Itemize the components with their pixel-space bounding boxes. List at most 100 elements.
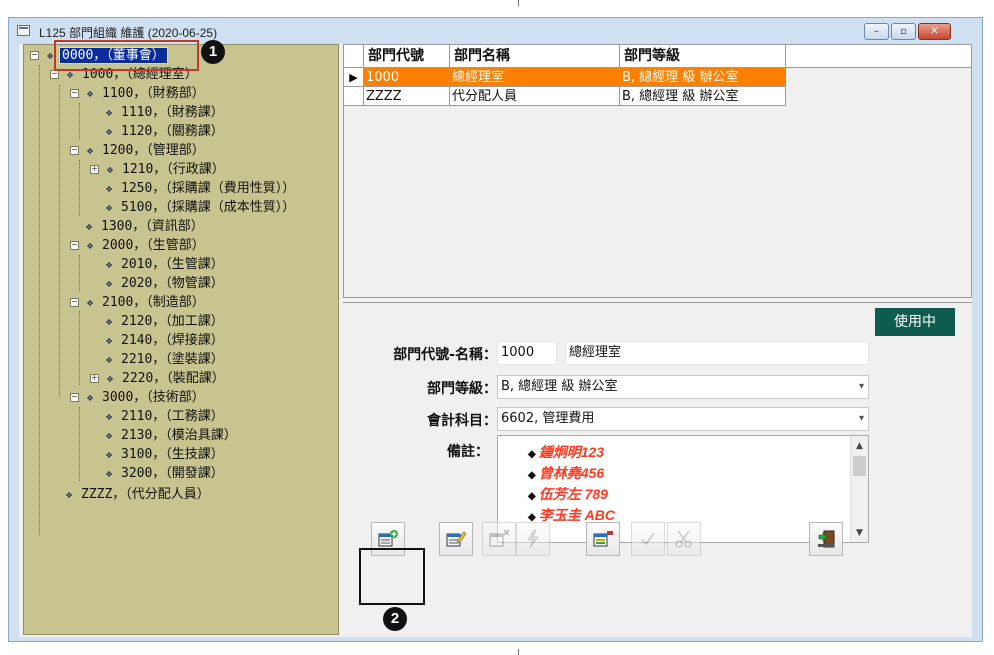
table-row[interactable]: ZZZZ 代分配人員 B, 總經理 級 辦公室 (344, 87, 786, 106)
confirm-button[interactable] (631, 522, 665, 556)
minimize-button[interactable]: – (864, 23, 889, 40)
tree-node-2220[interactable]: + ❖ 2220，（裝配課） (90, 370, 227, 388)
scroll-down-icon[interactable]: ▼ (851, 526, 868, 540)
collapse-icon[interactable]: − (70, 89, 79, 98)
scroll-up-icon[interactable]: ▲ (851, 439, 868, 453)
bottom-tick-mark (518, 649, 519, 655)
level-select[interactable]: B, 總經理 級 辦公室 ▾ (497, 375, 869, 399)
tree-node-label: 2020，（物管課） (121, 276, 224, 291)
column-header-name[interactable]: 部門名稱 (450, 45, 620, 67)
collapse-icon[interactable]: − (70, 298, 79, 307)
expand-icon[interactable]: + (90, 165, 99, 174)
department-icon: ❖ (106, 163, 114, 176)
tree-node-1100[interactable]: − ❖ 1100，（財務部） (70, 85, 207, 103)
exit-door-icon (818, 530, 835, 548)
tree-line (39, 65, 40, 535)
notes-scrollbar[interactable]: ▲ ▼ (850, 436, 868, 542)
collapse-icon[interactable]: − (70, 146, 79, 155)
tree-node-2020[interactable]: ❖ 2020，（物管課） (102, 275, 226, 293)
name-field[interactable]: 總經理室 (565, 341, 869, 365)
grid-header: 部門代號 部門名稱 部門等級 (344, 45, 971, 68)
tree-node-1120[interactable]: ❖ 1120，（關務課） (102, 123, 226, 141)
tree-node-3000[interactable]: − ❖ 3000，（技術部） (70, 389, 207, 407)
column-header-level[interactable]: 部門等級 (620, 45, 786, 67)
level-select-value: B, 總經理 級 辦公室 (501, 379, 618, 394)
code-field[interactable]: 1000 (497, 341, 557, 365)
department-icon: ❖ (105, 315, 113, 328)
tree-node-label: 1300，（資訊部） (101, 219, 204, 234)
cell-name[interactable]: 代分配人員 (450, 87, 620, 106)
tree-node-1200[interactable]: − ❖ 1200，（管理部） (70, 142, 207, 160)
collapse-icon[interactable]: − (30, 51, 39, 60)
department-icon: ❖ (86, 144, 94, 157)
delete-record-icon (489, 529, 510, 547)
department-icon: ❖ (105, 201, 113, 214)
tree-node-2120[interactable]: ❖ 2120，（加工課） (102, 313, 226, 331)
tree-node-3200[interactable]: ❖ 3200，（開發課） (102, 465, 226, 483)
grid-corner (344, 45, 364, 67)
cell-code[interactable]: 1000 (364, 68, 450, 87)
cancel-button[interactable] (667, 522, 701, 556)
lightning-button[interactable] (516, 522, 550, 556)
app-icon (17, 25, 30, 36)
department-icon: ❖ (105, 182, 113, 195)
delete-button[interactable] (482, 522, 516, 556)
department-tree[interactable]: − ❖ 0000，（董事會） − ❖ 1000，（總經理室） − ❖ 1100，（財務部） … (23, 44, 339, 635)
tree-node-1250[interactable]: ❖ 1250，（採購課（費用性質）） (102, 180, 297, 198)
tree-line (79, 311, 80, 385)
chevron-down-icon[interactable]: ▾ (859, 376, 864, 398)
exit-button[interactable] (809, 522, 843, 556)
tree-node-zzzz[interactable]: ❖ ZZZZ，（代分配人員） (62, 486, 212, 504)
department-icon: ❖ (86, 87, 94, 100)
cell-name[interactable]: 總經理室 (450, 68, 620, 87)
edit-record-icon (446, 531, 467, 547)
note-text: 伍芳左 789 (538, 486, 608, 502)
account-select[interactable]: 6602, 管理費用 ▾ (497, 407, 869, 431)
collapse-icon[interactable]: − (50, 70, 59, 79)
department-grid[interactable]: 部門代號 部門名稱 部門等級 ▶ 1000 總經理室 B, 總經理 級 辦公室 … (343, 44, 972, 298)
tree-node-label: 2140，（焊接課） (121, 333, 224, 348)
tree-node-label: 1210，（行政課） (122, 162, 225, 177)
collapse-icon[interactable]: − (70, 393, 79, 402)
edit-button[interactable] (439, 522, 473, 556)
chevron-down-icon[interactable]: ▾ (859, 408, 864, 430)
detail-panel: 使用中 部門代號-名稱： 1000 總經理室 部門等級： B, 總經理 級 辦公… (343, 302, 972, 636)
column-header-code[interactable]: 部門代號 (364, 45, 450, 67)
department-icon: ❖ (105, 353, 113, 366)
scroll-thumb[interactable] (853, 456, 866, 476)
collapse-icon[interactable]: − (70, 241, 79, 250)
tree-node-1210[interactable]: + ❖ 1210，（行政課） (90, 161, 227, 179)
tree-node-2000[interactable]: − ❖ 2000，（生管部） (70, 237, 207, 255)
status-badge: 使用中 (875, 308, 955, 336)
query-button[interactable] (586, 522, 620, 556)
tree-node-2140[interactable]: ❖ 2140，（焊接課） (102, 332, 226, 350)
tree-line (79, 103, 80, 139)
cell-level[interactable]: B, 總經理 級 辦公室 (620, 87, 786, 106)
tree-line (79, 160, 80, 216)
tree-line (79, 407, 80, 481)
maximize-button[interactable]: ▫ (891, 23, 916, 40)
tree-node-3100[interactable]: ❖ 3100，（生技課） (102, 446, 226, 464)
tree-node-1110[interactable]: ❖ 1110，（財務課） (102, 104, 226, 122)
note-text: 李玉圭 ABC (538, 507, 615, 523)
tree-node-2110[interactable]: ❖ 2110，（工務課） (102, 408, 226, 426)
table-row[interactable]: ▶ 1000 總經理室 B, 總經理 級 辦公室 (344, 68, 786, 87)
tree-node-2210[interactable]: ❖ 2210，（塗裝課） (102, 351, 226, 369)
note-line: ◆ 鍾炯明123 (528, 442, 604, 462)
tree-node-5100[interactable]: ❖ 5100，（採購課（成本性質）） (102, 199, 297, 217)
account-label: 會計科目： (427, 413, 497, 429)
department-icon: ❖ (105, 448, 113, 461)
cell-level[interactable]: B, 總經理 級 辦公室 (620, 68, 786, 87)
tree-node-label: 1110，（財務課） (121, 105, 224, 120)
cell-code[interactable]: ZZZZ (364, 87, 450, 106)
query-record-icon (593, 531, 613, 547)
tree-node-1300[interactable]: ❖ 1300，（資訊部） (82, 218, 206, 236)
bullet-icon: ◆ (528, 491, 536, 502)
account-select-value: 6602, 管理費用 (501, 411, 595, 426)
top-tick-mark (518, 0, 519, 6)
tree-node-2130[interactable]: ❖ 2130，（模治具課） (102, 427, 239, 445)
close-button[interactable]: ✕ (918, 23, 951, 40)
tree-node-2010[interactable]: ❖ 2010，（生管課） (102, 256, 226, 274)
tree-node-2100[interactable]: − ❖ 2100，（制造部） (70, 294, 207, 312)
expand-icon[interactable]: + (90, 374, 99, 383)
